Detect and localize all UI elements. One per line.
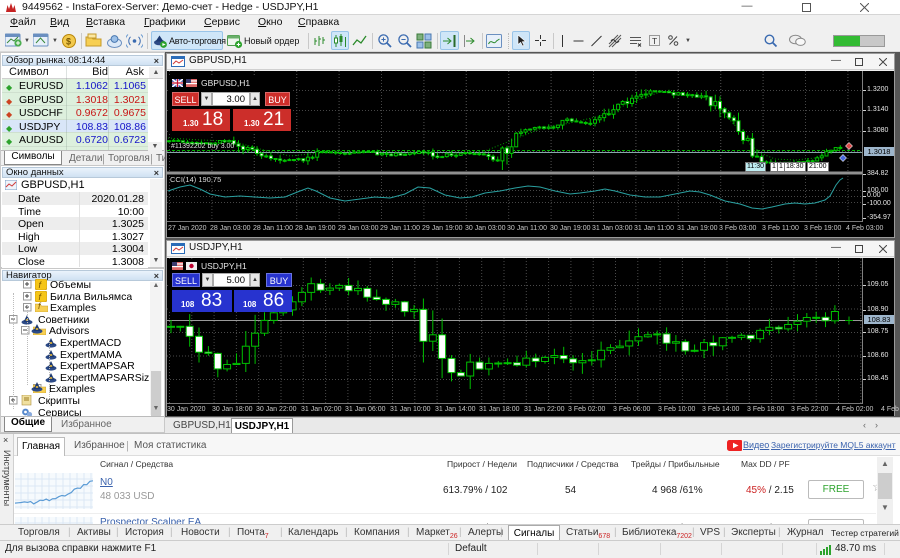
svg-text:$: $ xyxy=(66,37,71,47)
svg-text:f: f xyxy=(38,301,42,310)
svg-text:T: T xyxy=(652,36,657,46)
